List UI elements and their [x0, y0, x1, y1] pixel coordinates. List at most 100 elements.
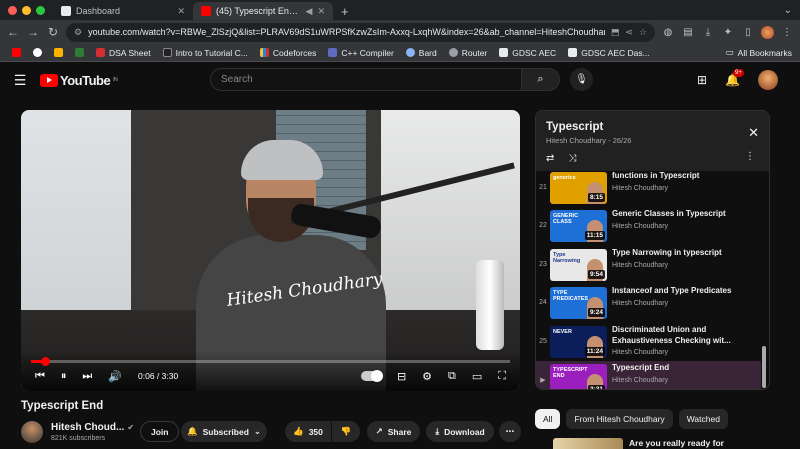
- bookmark-dsa-sheet[interactable]: DSA Sheet: [92, 48, 155, 58]
- search-button[interactable]: ⌕: [522, 68, 560, 91]
- playlist-menu-icon[interactable]: ⋮: [745, 151, 755, 162]
- video-player[interactable]: Hitesh Choudhary ⏮ ⏸ ⏭ 🔊 0:06 / 3:30 ⊟ ⚙…: [21, 110, 520, 391]
- browser-menu-icon[interactable]: ⋮: [780, 27, 794, 38]
- thumbs-down-icon: 👎: [340, 426, 352, 436]
- site-info-icon[interactable]: ⚙: [74, 27, 82, 38]
- pause-icon[interactable]: ⏸: [61, 370, 67, 383]
- bookmark-app[interactable]: [50, 48, 67, 57]
- playlist-scrollbar[interactable]: [762, 346, 766, 388]
- minimize-window-button[interactable]: [22, 5, 31, 15]
- autoplay-toggle[interactable]: [360, 370, 383, 382]
- forward-icon[interactable]: →: [26, 25, 40, 39]
- scrubber-knob[interactable]: [41, 357, 51, 366]
- subscribed-button[interactable]: 🔔 Subscribed ⌄: [181, 421, 267, 442]
- search-input[interactable]: Search: [210, 68, 522, 91]
- chip-all[interactable]: All: [535, 409, 561, 429]
- extension-icon[interactable]: ◍: [661, 27, 675, 38]
- bookmark-router[interactable]: Router: [445, 48, 492, 58]
- youtube-logo[interactable]: YouTube IN: [40, 73, 118, 88]
- close-window-button[interactable]: [8, 5, 17, 15]
- thumbnail-text: TYPESCRIPT END: [553, 367, 588, 379]
- playlist-item[interactable]: 21 generics 8:15 functions in Typescript Hit…: [536, 171, 761, 207]
- join-button[interactable]: Join: [140, 421, 180, 442]
- close-playlist-icon[interactable]: ✕: [748, 125, 759, 141]
- back-icon[interactable]: ←: [6, 25, 20, 39]
- chip-watched[interactable]: Watched: [678, 409, 728, 429]
- player-controls: ⏮ ⏸ ⏭ 🔊 0:06 / 3:30 ⊟ ⚙ ⧉ ▭ ⛶: [21, 351, 520, 391]
- playlist-item[interactable]: 24 TYPE PREDICATES 9:24 Instanceof and Type…: [536, 284, 761, 322]
- voice-search-button[interactable]: 🎙: [570, 68, 593, 91]
- theater-mode-icon[interactable]: ▭: [472, 370, 482, 383]
- playlist-item-index: 24: [539, 299, 547, 306]
- download-button[interactable]: ⤓ Download: [426, 421, 494, 442]
- close-tab-icon[interactable]: ✕: [177, 6, 185, 17]
- create-video-icon[interactable]: ⊞: [697, 73, 707, 87]
- github-icon: [33, 48, 42, 57]
- extension-icon[interactable]: ▤: [681, 27, 695, 38]
- share-button[interactable]: ↗ Share: [367, 421, 420, 442]
- shuffle-icon[interactable]: ⤨: [568, 153, 576, 164]
- like-button[interactable]: 👍 350: [285, 421, 331, 442]
- loop-icon[interactable]: ⇄: [546, 153, 554, 164]
- profile-avatar[interactable]: [761, 25, 774, 39]
- channel-avatar[interactable]: [21, 421, 43, 443]
- playlist-item-info: Typescript End Hitesh Choudhary: [612, 361, 761, 384]
- share-icon[interactable]: ⋖: [625, 27, 633, 38]
- playlist-item[interactable]: 25 NEVER 11:24 Discriminated Union and Exha…: [536, 323, 761, 361]
- user-avatar[interactable]: [758, 70, 778, 90]
- tab-search-chevron-icon[interactable]: ⌄: [776, 0, 800, 20]
- maximize-window-button[interactable]: [36, 5, 45, 15]
- bookmark-youtube[interactable]: [8, 48, 25, 57]
- subtitles-icon[interactable]: ⊟: [397, 370, 406, 383]
- youtube-icon: [12, 48, 21, 57]
- reload-icon[interactable]: ↻: [46, 25, 60, 39]
- miniplayer-icon[interactable]: ⧉: [448, 370, 456, 383]
- install-icon[interactable]: ⬒: [611, 27, 620, 38]
- tab-dashboard[interactable]: Dashboard ✕: [53, 2, 193, 20]
- sidepanel-icon[interactable]: ▯: [741, 27, 755, 38]
- recommendation-item[interactable]: Are you really ready for: [535, 438, 770, 449]
- tab-youtube[interactable]: (45) Typescript End - Y ◀ ✕: [193, 2, 333, 20]
- bookmark-star-icon[interactable]: ☆: [639, 27, 647, 38]
- channel-name[interactable]: Hitesh Choud...: [51, 422, 124, 433]
- bookmark-gdsc-aec[interactable]: GDSC AEC: [495, 48, 560, 58]
- next-icon[interactable]: ⏭: [82, 370, 92, 383]
- new-tab-button[interactable]: +: [333, 2, 357, 20]
- previous-icon[interactable]: ⏮: [35, 370, 45, 383]
- notifications-bell-icon[interactable]: 🔔 9+: [725, 69, 744, 87]
- all-bookmarks[interactable]: ▭ All Bookmarks: [726, 47, 792, 58]
- bookmark-label: Codeforces: [272, 47, 317, 58]
- settings-gear-icon[interactable]: ⚙: [422, 370, 432, 383]
- app-icon: [75, 48, 84, 57]
- playlist-item[interactable]: 22 GENERIC CLASS 11:15 Generic Classes in T…: [536, 207, 761, 245]
- address-bar[interactable]: ⚙ youtube.com/watch?v=RBWe_ZlSzjQ&list=P…: [66, 22, 655, 42]
- close-tab-icon[interactable]: ✕: [317, 6, 325, 17]
- share-label: Share: [387, 426, 412, 437]
- playlist-item[interactable]: 23 Type Narrowing 9:54 Type Narrowing in ty…: [536, 246, 761, 284]
- bookmark-cpp-compiler[interactable]: C++ Compiler: [324, 48, 397, 58]
- dislike-button[interactable]: 👎: [332, 421, 360, 442]
- hamburger-menu-icon[interactable]: ☰: [0, 72, 40, 89]
- mute-tab-icon[interactable]: ◀: [306, 6, 313, 17]
- chip-from-channel[interactable]: From Hitesh Choudhary: [566, 409, 673, 429]
- recommendation-thumbnail: [553, 438, 623, 449]
- header-actions: ⊞ 🔔 9+: [697, 69, 778, 90]
- download-icon[interactable]: ⤓: [701, 27, 715, 38]
- thumbnail-text: generics: [553, 175, 576, 181]
- fullscreen-icon[interactable]: ⛶: [498, 370, 506, 383]
- bookmark-app[interactable]: [71, 48, 88, 57]
- bookmark-github[interactable]: [29, 48, 46, 57]
- bookmarks-bar: DSA Sheet Intro to Tutorial C... Codefor…: [0, 44, 800, 62]
- playlist-item[interactable]: ▶ TYPESCRIPT END 3:31 Typescript End Hitesh …: [536, 361, 761, 389]
- bookmark-codeforces[interactable]: Codeforces: [256, 48, 320, 58]
- bookmark-bard[interactable]: Bard: [402, 48, 441, 58]
- bookmark-gdsc-aec-das[interactable]: GDSC AEC Das...: [564, 48, 654, 58]
- extensions-puzzle-icon[interactable]: ✦: [721, 27, 735, 38]
- more-actions-button[interactable]: ⋯: [499, 421, 521, 442]
- volume-icon[interactable]: 🔊: [108, 370, 122, 383]
- url-text: youtube.com/watch?v=RBWe_ZlSzjQ&list=PLR…: [88, 27, 605, 37]
- bookmark-intro-tutorial[interactable]: Intro to Tutorial C...: [159, 48, 252, 58]
- progress-bar[interactable]: [31, 357, 510, 366]
- chevron-down-icon: ⌄: [253, 426, 262, 436]
- playlist-title[interactable]: Typescript: [546, 121, 759, 133]
